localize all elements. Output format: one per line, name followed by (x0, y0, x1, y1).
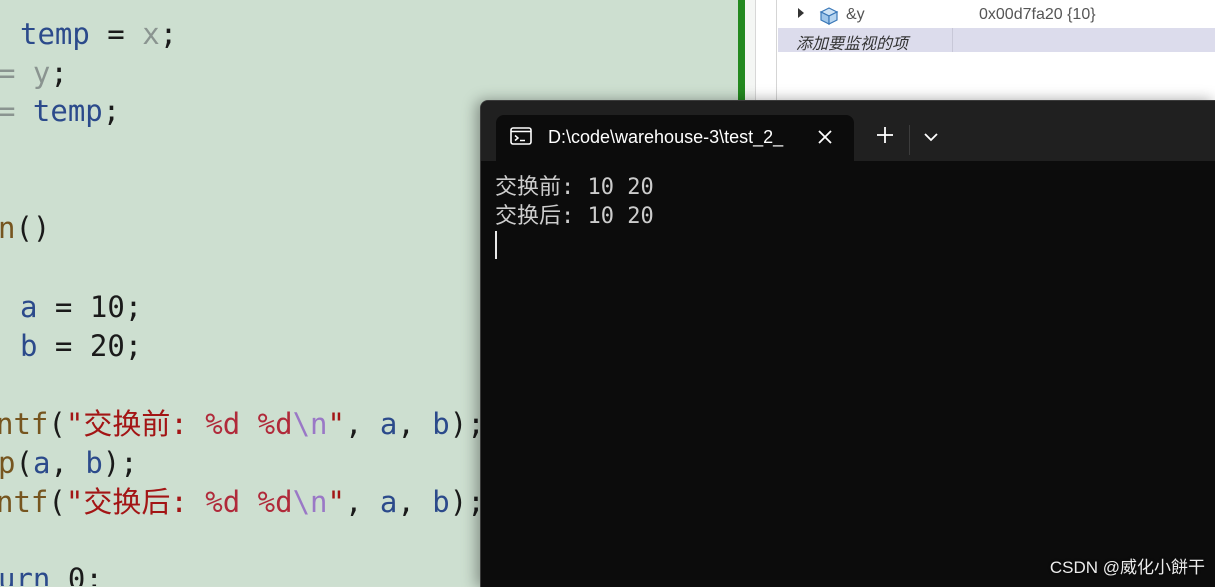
code-token: \n (292, 485, 328, 519)
code-token: = (89, 17, 143, 51)
code-token: ; (124, 329, 143, 363)
close-icon[interactable] (814, 126, 836, 148)
code-line: = temp; (0, 92, 120, 130)
code-line: urn 0; (0, 560, 103, 586)
watermark: CSDN @威化小餅干 (1049, 558, 1205, 577)
code-token: urn (0, 562, 51, 586)
code-token: b (20, 329, 38, 363)
code-token: ; (50, 56, 68, 90)
code-token: ( (15, 446, 33, 480)
code-line: b = 20; (20, 327, 142, 365)
code-token: 10 (89, 290, 125, 324)
code-token: = (37, 290, 90, 324)
code-token: %d (257, 407, 293, 441)
watch-item-name: &y (846, 6, 865, 23)
code-token: " (327, 485, 345, 519)
text-cursor (495, 231, 497, 259)
code-line: p(a, b); (0, 444, 138, 482)
terminal-window[interactable]: D:\code\warehouse-3\test_2_ 交换前: 10 20 交… (480, 100, 1215, 587)
code-token: temp (20, 17, 90, 51)
code-token: b (85, 446, 103, 480)
code-line: a = 10; (20, 288, 142, 326)
code-token: p (0, 446, 16, 480)
code-token: a (379, 407, 398, 441)
code-token: y (32, 56, 51, 90)
code-token: 20 (89, 329, 125, 363)
code-token: temp (32, 94, 103, 128)
terminal-tab[interactable]: D:\code\warehouse-3\test_2_ (496, 115, 854, 161)
chevron-down-icon[interactable] (921, 127, 941, 147)
code-token: ntf (0, 407, 49, 441)
watch-panel: &y 0x00d7fa20 {10} 添加要监视的项 (756, 0, 1215, 100)
code-token: x (142, 17, 160, 51)
code-token: " (327, 407, 345, 441)
console-line: 交换后: 10 20 (495, 204, 654, 229)
code-token: "交换后: (65, 485, 206, 519)
code-line: n() (0, 209, 50, 247)
console-output[interactable]: 交换前: 10 20 交换后: 10 20 (495, 173, 1215, 587)
divider (776, 0, 777, 100)
code-token: , (397, 407, 433, 441)
code-token: = (0, 56, 33, 90)
code-token: 0 (67, 562, 86, 586)
code-token: , (397, 485, 433, 519)
console-icon (510, 127, 532, 145)
code-line: = y; (0, 54, 68, 92)
code-token: , (344, 407, 380, 441)
variable-cube-icon (819, 7, 839, 25)
add-watch-row[interactable]: 添加要监视的项 (778, 28, 1215, 54)
plus-icon[interactable] (873, 123, 897, 147)
code-token: () (15, 211, 51, 245)
code-token: ; (85, 562, 103, 586)
code-token: ( (48, 485, 66, 519)
code-line: temp = x; (20, 15, 177, 53)
expand-arrow-icon[interactable] (798, 8, 804, 18)
code-token: = (0, 94, 33, 128)
code-token: a (20, 290, 38, 324)
code-token: ; (124, 290, 143, 324)
divider (952, 28, 953, 52)
watch-item-value: 0x00d7fa20 {10} (979, 6, 1096, 23)
code-token: ); (102, 446, 138, 480)
code-token: ; (159, 17, 178, 51)
console-line: 交换前: 10 20 (495, 175, 654, 200)
code-token: , (344, 485, 380, 519)
code-line: ntf("交换后: %d %d\n", a, b); (0, 483, 485, 521)
splitter-gutter (745, 0, 755, 100)
add-watch-placeholder[interactable]: 添加要监视的项 (796, 30, 908, 54)
code-token: %d (257, 485, 293, 519)
divider (909, 125, 910, 155)
code-token: , (50, 446, 86, 480)
code-token: = (37, 329, 90, 363)
code-token: ; (102, 94, 121, 128)
code-token: %d (205, 485, 241, 519)
watch-row[interactable]: &y 0x00d7fa20 {10} (778, 4, 1215, 28)
code-token: ( (48, 407, 66, 441)
code-line: ntf("交换前: %d %d\n", a, b); (0, 405, 485, 443)
terminal-titlebar[interactable]: D:\code\warehouse-3\test_2_ (481, 101, 1215, 161)
code-token: %d (205, 407, 241, 441)
code-token: a (379, 485, 398, 519)
code-token: "交换前: (65, 407, 206, 441)
code-token: b (432, 407, 450, 441)
code-token: a (32, 446, 51, 480)
code-token: n (0, 211, 16, 245)
code-token: ntf (0, 485, 49, 519)
code-token: b (432, 485, 450, 519)
code-token: \n (292, 407, 328, 441)
window-splitter[interactable] (738, 0, 745, 100)
tab-title: D:\code\warehouse-3\test_2_ (548, 127, 784, 147)
